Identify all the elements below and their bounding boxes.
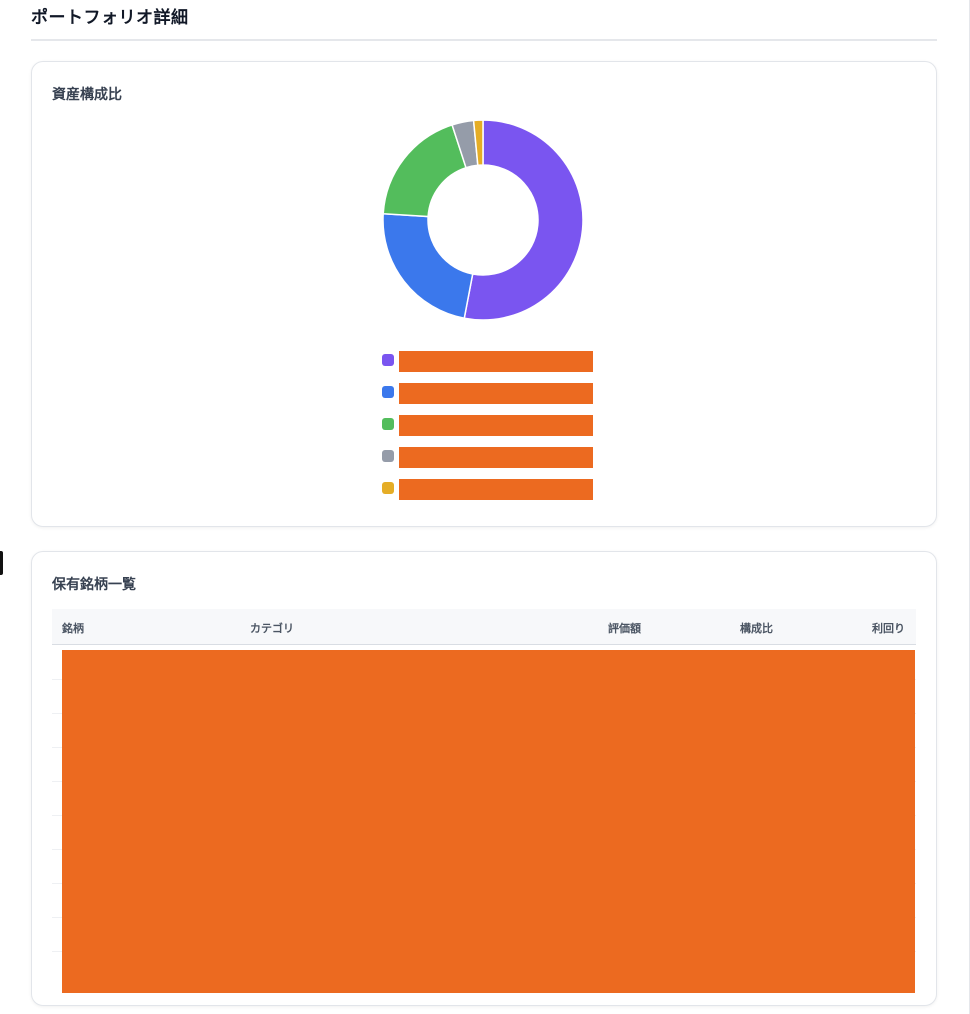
page-title: ポートフォリオ詳細 xyxy=(31,8,189,28)
legend-item[interactable] xyxy=(382,383,594,415)
legend-swatch xyxy=(382,386,394,398)
legend-label xyxy=(399,351,593,372)
column-header-name[interactable]: 銘柄 xyxy=(62,620,84,636)
holdings-title: 保有銘柄一覧 xyxy=(52,577,136,593)
donut-svg xyxy=(382,119,584,321)
holdings-table-body xyxy=(52,645,916,995)
legend-swatch xyxy=(382,354,394,366)
column-header-value[interactable]: 評価額 xyxy=(608,620,641,636)
holdings-card: 保有銘柄一覧 銘柄 カテゴリ 評価額 構成比 利回り xyxy=(31,551,937,1006)
donut-slice[interactable] xyxy=(382,212,474,320)
allocation-title: 資産構成比 xyxy=(52,87,122,103)
legend-item[interactable] xyxy=(382,415,594,447)
legend-item[interactable] xyxy=(382,351,594,383)
column-header-yield[interactable]: 利回り xyxy=(872,620,905,636)
legend-label xyxy=(399,383,593,404)
holdings-table-header: 銘柄 カテゴリ 評価額 構成比 利回り xyxy=(52,609,916,645)
legend-swatch xyxy=(382,450,394,462)
legend-label xyxy=(399,415,593,436)
legend-label xyxy=(399,447,593,468)
legend-item[interactable] xyxy=(382,447,594,479)
allocation-donut-chart xyxy=(382,119,584,321)
title-divider xyxy=(31,39,937,41)
allocation-legend xyxy=(382,351,594,511)
redacted-table-rows xyxy=(62,650,915,993)
column-header-ratio[interactable]: 構成比 xyxy=(740,620,773,636)
column-header-category[interactable]: カテゴリ xyxy=(250,620,294,636)
legend-swatch xyxy=(382,418,394,430)
legend-swatch xyxy=(382,482,394,494)
donut-slice[interactable] xyxy=(382,123,467,218)
legend-label xyxy=(399,479,593,500)
allocation-card: 資産構成比 xyxy=(31,61,937,527)
legend-item[interactable] xyxy=(382,479,594,511)
side-handle[interactable] xyxy=(0,551,3,575)
